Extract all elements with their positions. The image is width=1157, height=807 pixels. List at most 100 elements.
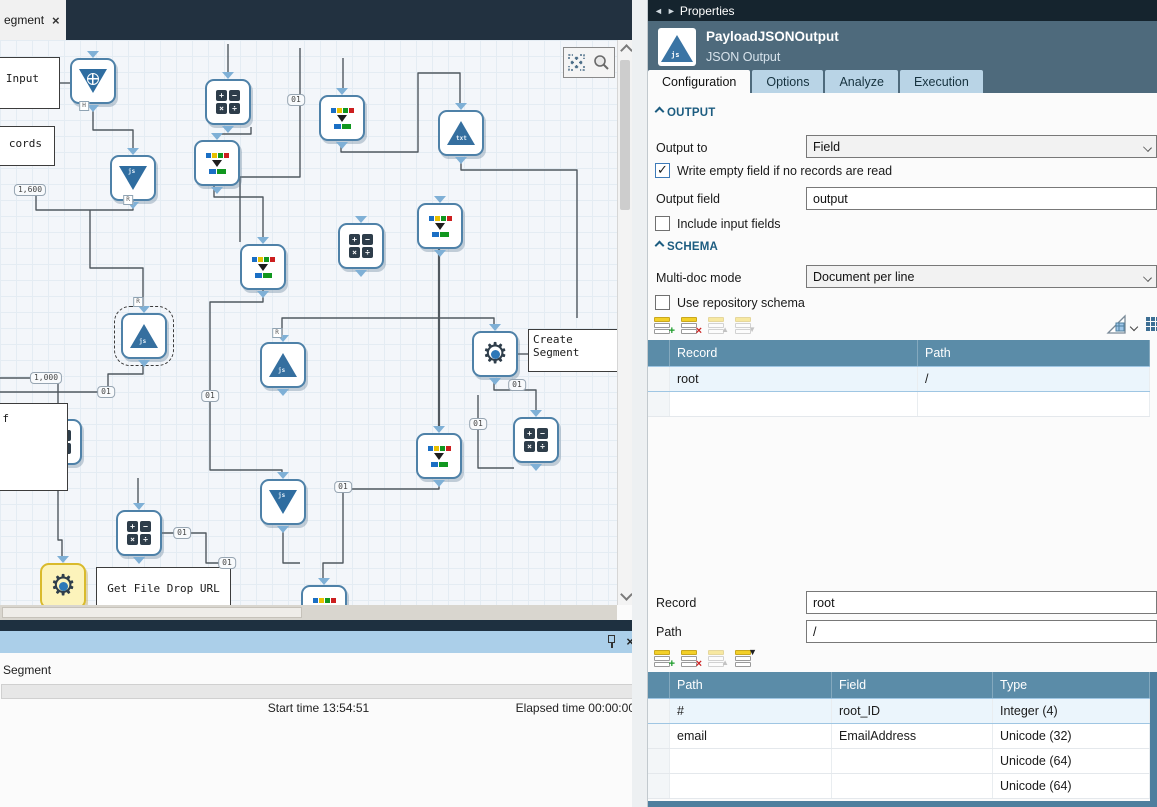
- move-up-icon-disabled[interactable]: ▲: [708, 317, 727, 334]
- canvas-horizontal-scrollbar[interactable]: [0, 605, 617, 620]
- column-header[interactable]: Field: [832, 672, 993, 698]
- table-row[interactable]: Unicode (64): [648, 749, 1150, 774]
- node-tri-down-js[interactable]: js: [260, 479, 306, 525]
- write-empty-checkbox[interactable]: [655, 163, 670, 178]
- collapse-icon: [655, 241, 665, 251]
- output-to-label: Output to: [656, 141, 707, 155]
- vertical-scroll-thumb[interactable]: [620, 60, 630, 210]
- include-input-checkbox[interactable]: [655, 216, 670, 231]
- magnifier-icon[interactable]: [592, 54, 610, 72]
- node-calc[interactable]: +−×÷: [338, 223, 384, 269]
- node-port-r[interactable]: R: [123, 195, 133, 205]
- multidoc-select[interactable]: Document per line: [806, 265, 1157, 288]
- move-up-icon-disabled[interactable]: ▲: [708, 650, 727, 667]
- scroll-up-icon[interactable]: [620, 44, 633, 57]
- table-cell: Integer (4): [993, 699, 1150, 723]
- table-cell: Unicode (64): [993, 749, 1150, 773]
- panel-splitter[interactable]: [632, 0, 648, 807]
- table-row[interactable]: [648, 392, 1150, 417]
- section-output[interactable]: OUTPUT: [656, 107, 715, 119]
- pin-icon[interactable]: [606, 634, 616, 648]
- node-map[interactable]: [301, 585, 347, 605]
- record-input[interactable]: [806, 591, 1157, 614]
- node-label[interactable]: f: [0, 403, 68, 491]
- edge-count-pill: 01: [97, 386, 115, 398]
- add-row-icon[interactable]: +: [654, 317, 673, 334]
- edge-count-pill: 1,000: [30, 372, 62, 384]
- node-calc[interactable]: +−×÷: [513, 417, 559, 463]
- table-row[interactable]: emailEmailAddressUnicode (32): [648, 724, 1150, 749]
- table-row[interactable]: #root_IDInteger (4): [648, 698, 1150, 724]
- add-row-icon[interactable]: +: [654, 650, 673, 667]
- node-port-r[interactable]: R: [272, 328, 282, 338]
- section-schema[interactable]: SCHEMA: [656, 241, 718, 253]
- path-input[interactable]: [806, 620, 1157, 643]
- column-header[interactable]: Record: [670, 340, 918, 366]
- flow-canvas[interactable]: +−×÷txtjs+−×÷jsjs⚙+−×÷+−×÷js+−×÷⚙Inputco…: [0, 40, 617, 605]
- output-field-input[interactable]: [806, 187, 1157, 210]
- nav-back-icon[interactable]: ◄: [654, 6, 663, 16]
- tab-options[interactable]: Options: [752, 70, 823, 93]
- tab-analyze[interactable]: Analyze: [825, 70, 897, 93]
- node-map[interactable]: [416, 433, 462, 479]
- table-cell: #: [670, 699, 832, 723]
- node-port-r[interactable]: R: [133, 297, 143, 307]
- fit-view-icon[interactable]: [568, 54, 585, 71]
- grid-view-icon[interactable]: [1146, 317, 1157, 331]
- node-tri-up-js[interactable]: js: [260, 342, 306, 388]
- table-right-strip: [1150, 672, 1157, 807]
- node-map[interactable]: [194, 140, 240, 186]
- node-tri-up-txt[interactable]: txt: [438, 110, 484, 156]
- column-header[interactable]: Type: [993, 672, 1150, 698]
- node-tri-up-js[interactable]: js: [121, 313, 167, 359]
- table-row[interactable]: root/: [648, 366, 1150, 392]
- table-cell: [832, 774, 993, 798]
- node-subtitle: JSON Output: [706, 50, 780, 64]
- node-gear[interactable]: ⚙: [472, 331, 518, 377]
- node-calc[interactable]: +−×÷: [205, 79, 251, 125]
- row-selector-header: [648, 340, 670, 366]
- node-icon-glyph: js: [671, 51, 679, 59]
- node-port-h[interactable]: H: [79, 101, 89, 111]
- sort-rows-icon[interactable]: ▼: [735, 650, 754, 667]
- document-tab-label: egment: [4, 13, 44, 27]
- node-label[interactable]: Input: [0, 57, 60, 109]
- node-tri-down-js[interactable]: js: [110, 155, 156, 201]
- column-header[interactable]: Path: [670, 672, 832, 698]
- node-tri-down-globe[interactable]: [70, 58, 116, 104]
- delete-row-icon[interactable]: ×: [681, 317, 700, 334]
- document-tab[interactable]: egment ×: [0, 0, 66, 40]
- edge-count-pill: 01: [508, 379, 526, 391]
- node-gear[interactable]: ⚙: [40, 563, 86, 605]
- node-calc[interactable]: +−×÷: [116, 510, 162, 556]
- table-cell: Unicode (32): [993, 724, 1150, 748]
- table-row[interactable]: Unicode (64): [648, 774, 1150, 799]
- node-label[interactable]: Get File Drop URL: [96, 567, 231, 605]
- edge-count-pill: 01: [218, 557, 236, 569]
- scroll-down-icon[interactable]: [620, 588, 633, 601]
- write-empty-label: Write empty field if no records are read: [677, 164, 892, 178]
- node-map[interactable]: [417, 203, 463, 249]
- node-map[interactable]: [240, 244, 286, 290]
- column-header[interactable]: Path: [918, 340, 1150, 366]
- tab-execution[interactable]: Execution: [900, 70, 983, 93]
- nav-forward-icon[interactable]: ►: [667, 6, 676, 16]
- app-window: egment × +−×÷txtjs+−×÷jsjs⚙+−×÷+−×÷js+−×…: [0, 0, 1157, 807]
- horizontal-scroll-thumb[interactable]: [2, 607, 302, 618]
- reorder-icon-disabled[interactable]: ▼: [735, 317, 754, 334]
- schema-designer-icon[interactable]: [1106, 314, 1137, 335]
- canvas-vertical-scrollbar[interactable]: [617, 40, 632, 605]
- tab-configuration[interactable]: Configuration: [648, 70, 750, 93]
- node-type-icon: js: [658, 28, 696, 66]
- node-label[interactable]: Create Segment: [528, 329, 617, 372]
- fields-table: PathFieldType#root_IDInteger (4)emailEma…: [648, 672, 1150, 799]
- records-table: RecordPathroot/: [648, 340, 1150, 417]
- output-to-select[interactable]: Field: [806, 135, 1157, 158]
- node-label[interactable]: cords: [0, 126, 55, 166]
- edge-count-pill: 01: [287, 94, 305, 106]
- use-repo-checkbox[interactable]: [655, 295, 670, 310]
- node-map[interactable]: [319, 95, 365, 141]
- table-cell: [670, 774, 832, 798]
- delete-row-icon[interactable]: ×: [681, 650, 700, 667]
- tab-close-icon[interactable]: ×: [52, 13, 60, 28]
